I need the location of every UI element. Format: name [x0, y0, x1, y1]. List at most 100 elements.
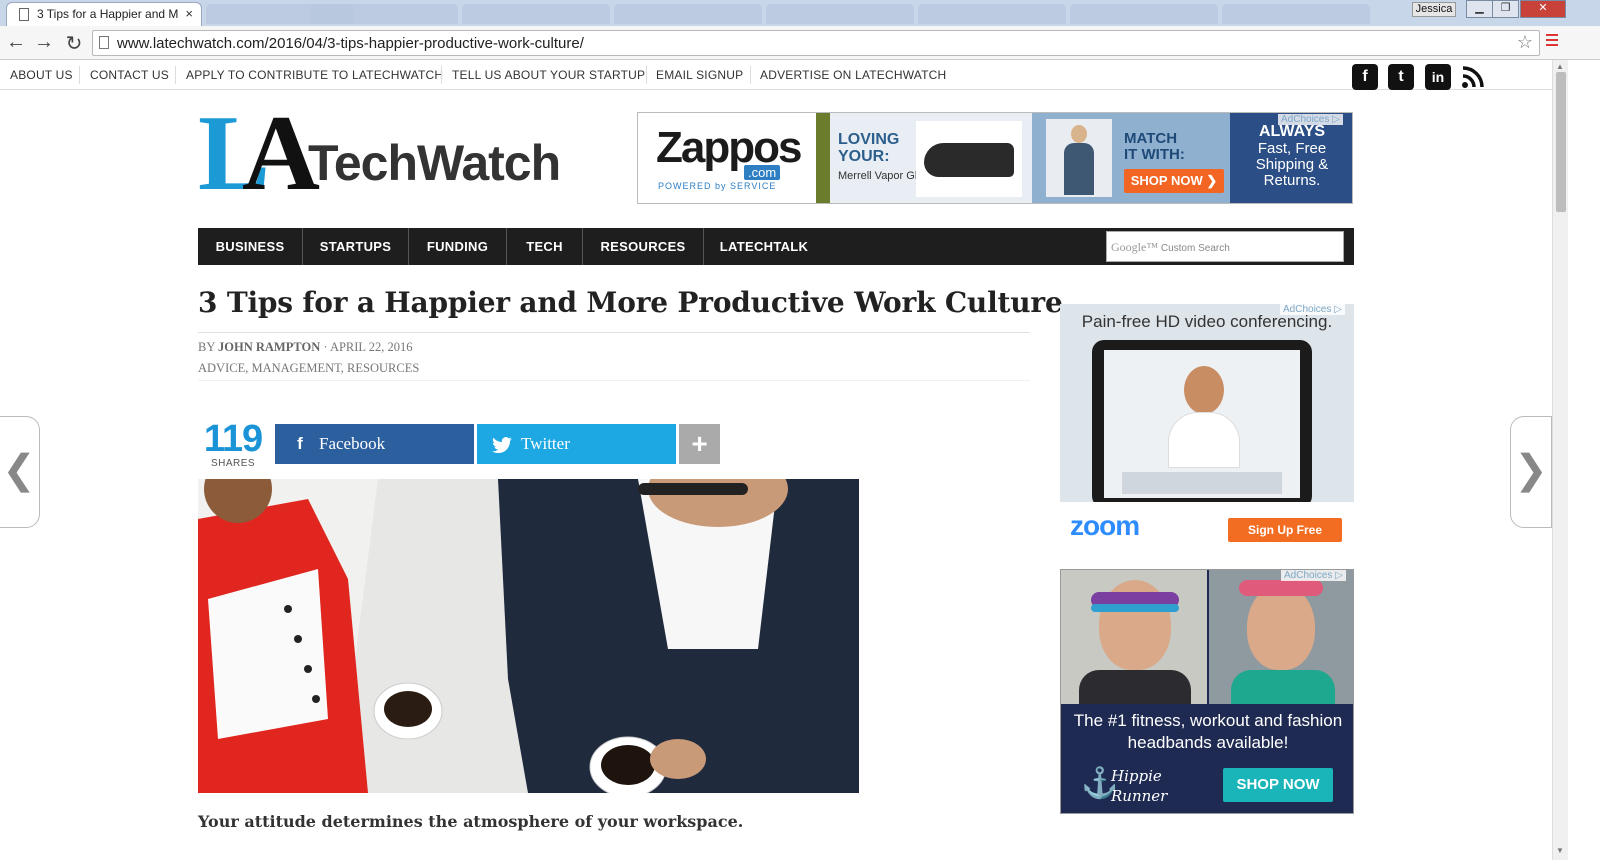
browser-tab-strip: 3 Tips for a Happier and M × Jessica ▁ ❐…: [0, 0, 1600, 26]
jacket-image: [1046, 119, 1112, 197]
zoom-sidebar-ad[interactable]: Pain-free HD video conferencing. zoom Si…: [1060, 304, 1354, 549]
google-search-input[interactable]: Google™ Custom Search: [1106, 231, 1344, 262]
loving-line1: LOVING: [838, 131, 900, 148]
nav-resources[interactable]: RESOURCES: [583, 228, 704, 265]
twitter-share-button[interactable]: Twitter: [477, 424, 676, 464]
linkedin-icon[interactable]: in: [1425, 64, 1451, 90]
nav-tech[interactable]: TECH: [507, 228, 583, 265]
scroll-up-icon[interactable]: ▲: [1556, 62, 1564, 71]
browser-tab[interactable]: [1222, 4, 1370, 24]
bookmark-star-icon[interactable]: ☆: [1517, 32, 1533, 53]
tab-close-icon[interactable]: ×: [185, 6, 193, 21]
hippie-shop-now-button[interactable]: SHOP NOW: [1223, 768, 1333, 802]
nav-latechtalk[interactable]: LATECHTALK: [704, 228, 824, 265]
url-text[interactable]: www.latechwatch.com/2016/04/3-tips-happi…: [117, 35, 584, 52]
zappos-logo: Zappos .com POWERED by SERVICE: [638, 113, 816, 203]
shoe-image: [916, 121, 1022, 197]
article-hero-image: [198, 479, 859, 793]
ad-shipping-panel: ALWAYS Fast, Free Shipping & Returns.: [1230, 113, 1352, 203]
zoom-footer: zoom Sign Up Free: [1060, 502, 1354, 549]
always-text: ALWAYS: [1258, 123, 1326, 140]
facebook-label: Facebook: [319, 434, 386, 453]
nav-advertise[interactable]: ADVERTISE ON LATECHWATCH: [760, 68, 946, 82]
twitter-icon[interactable]: t: [1388, 64, 1414, 90]
twitter-label: Twitter: [521, 434, 570, 453]
adchoices-icon[interactable]: AdChoices ▷: [1280, 304, 1345, 315]
browser-tab[interactable]: [310, 4, 458, 24]
browser-tab[interactable]: [462, 4, 610, 24]
match-line1: MATCH: [1124, 130, 1178, 147]
article-title: 3 Tips for a Happier and More Productive…: [198, 286, 1063, 319]
hippie-runner-sidebar-ad[interactable]: The #1 fitness, workout and fashion head…: [1060, 569, 1354, 814]
tablet-image: [1092, 340, 1312, 508]
divider: [79, 66, 80, 84]
nav-business[interactable]: BUSINESS: [198, 228, 303, 265]
site-logo[interactable]: L A TechWatch: [198, 100, 561, 210]
forward-button[interactable]: →: [32, 31, 56, 54]
zoom-logo: zoom: [1070, 510, 1140, 541]
headband-photo-1: [1061, 570, 1207, 704]
nav-tell-startup[interactable]: TELL US ABOUT YOUR STARTUP: [452, 68, 645, 82]
author-link[interactable]: JOHN RAMPTON: [218, 340, 320, 354]
divider: [646, 66, 647, 84]
address-bar[interactable]: www.latechwatch.com/2016/04/3-tips-happi…: [92, 30, 1540, 56]
divider: [175, 66, 176, 84]
ad-stripe: [816, 113, 830, 203]
maximize-button[interactable]: ❐: [1492, 0, 1519, 18]
nav-email-signup[interactable]: EMAIL SIGNUP: [656, 68, 743, 82]
nav-about-us[interactable]: ABOUT US: [10, 68, 73, 82]
google-brand: Google™: [1111, 240, 1159, 254]
scroll-thumb[interactable]: [1556, 72, 1566, 212]
share-count: 119: [203, 418, 263, 460]
adchoices-icon[interactable]: AdChoices ▷: [1278, 114, 1343, 125]
twitter-icon: [489, 424, 515, 464]
zappos-banner-ad[interactable]: Zappos .com POWERED by SERVICE LOVING YOU…: [637, 112, 1353, 204]
zoom-signup-button[interactable]: Sign Up Free: [1228, 518, 1342, 542]
ad-loving-panel: LOVINGYOUR: Merrell Vapor Glove 2 Women': [830, 113, 1032, 203]
zappos-com: .com: [744, 165, 781, 180]
zappos-tagline: POWERED by SERVICE: [658, 181, 777, 191]
browser-tab[interactable]: [766, 4, 914, 24]
rss-icon[interactable]: [1460, 64, 1486, 90]
divider: [441, 66, 442, 84]
browser-tab-active[interactable]: 3 Tips for a Happier and M ×: [6, 2, 202, 26]
browser-menu-icon[interactable]: [1546, 34, 1558, 49]
browser-tab[interactable]: [614, 4, 762, 24]
brand-line2: Runner: [1111, 787, 1168, 805]
hippie-copy: The #1 fitness, workout and fashion head…: [1073, 711, 1343, 752]
window-close-button[interactable]: ✕: [1520, 0, 1566, 18]
nav-funding[interactable]: FUNDING: [409, 228, 507, 265]
browser-tab[interactable]: [918, 4, 1066, 24]
nav-apply-contribute[interactable]: APPLY TO CONTRIBUTE TO LATECHWATCH: [186, 68, 443, 82]
browser-tab[interactable]: [1070, 4, 1218, 24]
prev-article-arrow-icon[interactable]: ❮: [0, 416, 40, 528]
back-button[interactable]: ←: [4, 31, 28, 54]
adchoices-icon[interactable]: AdChoices ▷: [1281, 570, 1346, 581]
share-counter: 119 SHARES: [198, 420, 268, 469]
next-article-arrow-icon[interactable]: ❯: [1510, 416, 1552, 528]
hippie-runner-logo: Hippie Runner: [1111, 766, 1167, 806]
minimize-button[interactable]: ▁: [1466, 0, 1493, 18]
scroll-down-icon[interactable]: ▼: [1556, 846, 1564, 855]
site-top-nav: ABOUT US CONTACT US APPLY TO CONTRIBUTE …: [0, 60, 1552, 90]
match-line2: IT WITH:: [1124, 146, 1185, 163]
article-date: · APRIL 22, 2016: [320, 340, 413, 354]
facebook-icon[interactable]: f: [1352, 64, 1378, 90]
nav-contact-us[interactable]: CONTACT US: [90, 68, 169, 82]
headband-photo-2: [1209, 570, 1353, 704]
more-share-button[interactable]: +: [679, 424, 720, 464]
page-scrollbar[interactable]: ▲ ▼: [1552, 60, 1568, 860]
shop-now-button[interactable]: SHOP NOW ❯: [1124, 169, 1224, 193]
article-lede: Your attitude determines the atmosphere …: [198, 812, 744, 831]
reload-button[interactable]: ↻: [62, 31, 86, 56]
nav-startups[interactable]: STARTUPS: [303, 228, 409, 265]
facebook-share-button[interactable]: f Facebook: [275, 424, 474, 464]
divider: [198, 332, 1030, 333]
page-icon: [19, 8, 29, 21]
profile-badge[interactable]: Jessica: [1412, 2, 1456, 17]
article-byline: BY JOHN RAMPTON · APRIL 22, 2016: [198, 340, 412, 355]
byline-prefix: BY: [198, 340, 215, 354]
ad-match-panel: MATCH IT WITH: SHOP NOW ❯: [1032, 113, 1230, 203]
page-icon: [99, 36, 109, 49]
article-categories[interactable]: ADVICE, MANAGEMENT, RESOURCES: [198, 361, 419, 376]
